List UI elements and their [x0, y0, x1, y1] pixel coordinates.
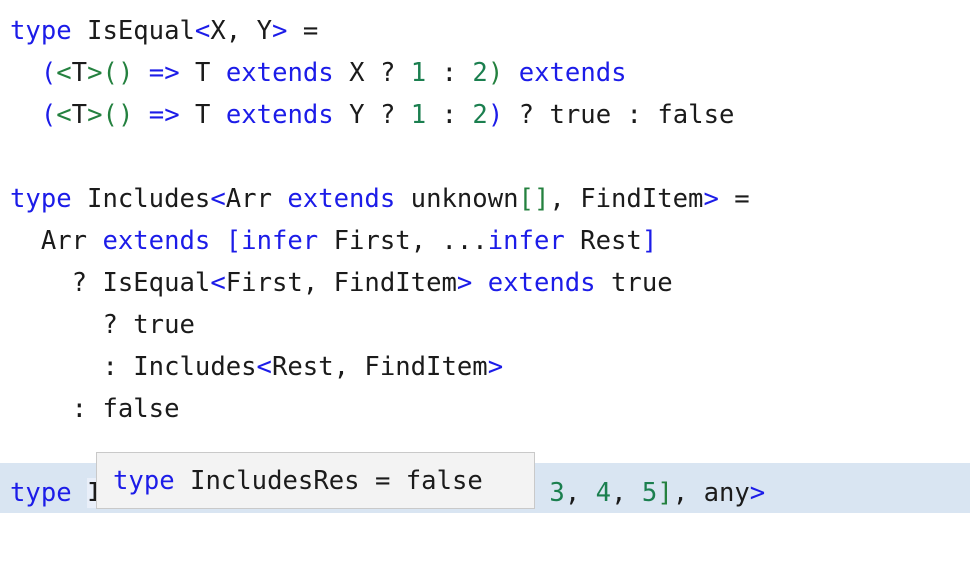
code-token: => [148, 58, 180, 88]
code-token: Includes [71, 184, 211, 214]
code-token: 3 [549, 478, 565, 508]
code-token: , [611, 478, 642, 508]
code-token: [] [518, 184, 550, 214]
code-line[interactable]: (<T>() => T extends X ? 1 : 2) extends [0, 52, 970, 94]
code-editor-view: type IsEqual<X, Y> = (<T>() => T extends… [0, 0, 970, 562]
code-token: < [210, 268, 226, 298]
code-token: ] [657, 478, 673, 508]
hover-tooltip-text: type IncludesRes = false [113, 466, 483, 496]
code-token: IncludesRes = false [174, 465, 483, 496]
code-line[interactable] [0, 136, 970, 178]
code-token: X, Y [210, 16, 272, 46]
code-token: Arr [10, 226, 103, 256]
code-token: T [179, 58, 226, 88]
code-token: extends [518, 58, 627, 88]
code-line[interactable]: type Includes<Arr extends unknown[], Fin… [0, 178, 970, 220]
code-token: 2 [472, 58, 488, 88]
code-token: , [564, 478, 596, 508]
code-token: < [256, 352, 272, 382]
code-token: > [749, 478, 766, 508]
code-token: Y ? [333, 100, 411, 130]
code-token: extends [225, 58, 334, 88]
code-token: T [71, 100, 88, 130]
code-token: type [113, 465, 175, 496]
code-token: Rest [564, 226, 642, 256]
code-token: ( [102, 58, 118, 88]
code-token: First, ... [318, 226, 488, 256]
code-token: : [426, 100, 473, 130]
code-token: ) [487, 58, 504, 88]
code-line[interactable]: ? true [0, 304, 970, 346]
code-token: , FindItem [549, 184, 704, 214]
code-token: extends [487, 268, 596, 298]
code-token: ) [117, 100, 134, 130]
code-token: > [703, 184, 719, 214]
code-token: : Includes [10, 352, 257, 382]
code-token: infer [241, 226, 319, 256]
code-token: > [87, 58, 103, 88]
code-token: > [456, 268, 473, 298]
code-line[interactable]: Arr extends [infer First, ...infer Rest] [0, 220, 970, 262]
code-token: ( [102, 100, 118, 130]
code-token: infer [487, 226, 565, 256]
code-token: Rest, FindItem [271, 352, 488, 382]
code-token: = [287, 16, 319, 46]
code-token: 4 [595, 478, 612, 508]
code-token: > [87, 100, 103, 130]
code-token: [ [225, 226, 242, 256]
code-token: X ? [333, 58, 411, 88]
code-token: 2 [472, 100, 488, 130]
code-line[interactable]: type IsEqual<X, Y> = [0, 10, 970, 52]
code-token: > [487, 352, 504, 382]
code-token: ( [40, 100, 57, 130]
code-token: T [179, 100, 226, 130]
code-token: ] [641, 226, 658, 256]
code-token: type [10, 478, 72, 508]
code-content[interactable]: type IsEqual<X, Y> = (<T>() => T extends… [0, 0, 970, 514]
type-hover-tooltip: type IncludesRes = false [96, 452, 535, 509]
code-line[interactable]: (<T>() => T extends Y ? 1 : 2) ? true : … [0, 94, 970, 136]
code-token: < [56, 100, 72, 130]
code-token: true [595, 268, 673, 298]
code-token: : false [10, 394, 180, 424]
code-token: extends [225, 100, 334, 130]
code-token: extends [102, 226, 211, 256]
code-token: extends [287, 184, 396, 214]
code-token: ) [487, 100, 504, 130]
code-token: Arr [225, 184, 288, 214]
code-token: ? true [10, 310, 195, 340]
code-token: > [271, 16, 288, 46]
code-token: 1 [410, 100, 427, 130]
code-token: < [194, 16, 211, 46]
code-token: < [56, 58, 72, 88]
code-token: 5 [641, 478, 658, 508]
code-token: , any [672, 478, 750, 508]
code-line[interactable]: : Includes<Rest, FindItem> [0, 346, 970, 388]
code-token: => [148, 100, 180, 130]
code-token: 1 [410, 58, 427, 88]
code-token: type [10, 184, 72, 214]
code-token: ? true : false [503, 100, 735, 130]
code-token: First, FindItem [225, 268, 457, 298]
code-token: < [210, 184, 226, 214]
code-line[interactable]: : false [0, 388, 970, 430]
code-token: ) [117, 58, 134, 88]
code-token: T [71, 58, 88, 88]
code-token: = [718, 184, 750, 214]
code-token: : [426, 58, 473, 88]
code-token: ( [40, 58, 57, 88]
code-token: unknown [395, 184, 519, 214]
code-token: IsEqual [71, 16, 195, 46]
code-line[interactable]: ? IsEqual<First, FindItem> extends true [0, 262, 970, 304]
code-token: ? IsEqual [10, 268, 211, 298]
code-token: type [10, 16, 72, 46]
